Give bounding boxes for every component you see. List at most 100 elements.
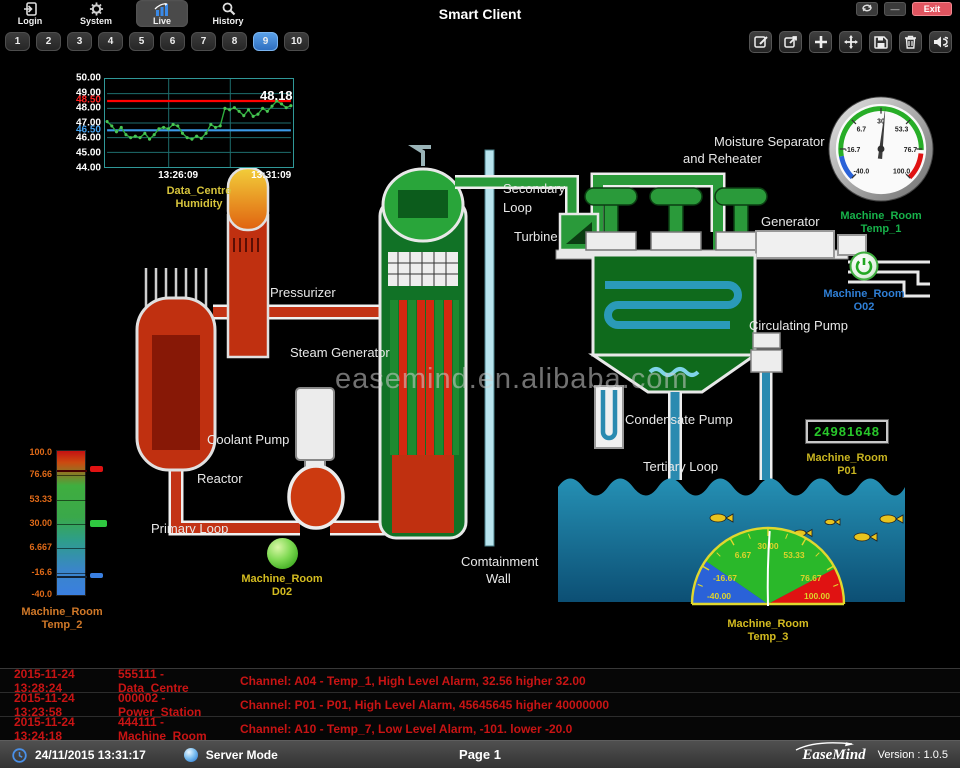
- trend-x-axis: 13:26:09 13:31:09: [104, 168, 294, 182]
- exit-button[interactable]: Exit: [912, 2, 952, 16]
- g1-tick-label: 53.3: [895, 126, 909, 133]
- bar-gauge-scale: 100.0 76.66 53.33 30.00 6.667 -16.6 -40.…: [16, 450, 54, 596]
- g3-tick-label: -40.00: [707, 591, 731, 601]
- add-button[interactable]: [809, 31, 832, 53]
- minimize-button[interactable]: —: [884, 2, 906, 16]
- gauge1-caption: Machine_Room Temp_1: [826, 210, 936, 236]
- edit-button[interactable]: [749, 31, 772, 53]
- label-moisture-1: Moisture Separator: [714, 134, 825, 149]
- save-button[interactable]: [869, 31, 892, 53]
- g1-tick-label: 100.0: [893, 169, 910, 176]
- switch-machine-room-o02: Machine_Room O02: [812, 251, 916, 314]
- alarm-row[interactable]: 2015-11-24 13:23:58 000002 - Power_Stati…: [0, 693, 960, 717]
- tab-2[interactable]: 2: [36, 32, 61, 51]
- alarm-message: Channel: A04 - Temp_1, High Level Alarm,…: [226, 674, 586, 688]
- semicircle-gauge[interactable]: -40.00 -16.67 6.67 30.00 53.33 76.67 100…: [688, 524, 848, 608]
- tab-10[interactable]: 10: [284, 32, 309, 51]
- refresh-button[interactable]: [856, 2, 878, 16]
- led-machine-room-d02: Machine_Room D02: [232, 538, 332, 599]
- audio-button[interactable]: [929, 31, 952, 53]
- statusbar: 24/11/2015 13:31:17 Server Mode Page 1 E…: [0, 740, 960, 768]
- logo-swoosh: [794, 740, 864, 752]
- label-containment-1: Comtainment: [461, 554, 539, 569]
- titlebar: Login System: [0, 0, 960, 28]
- y-tick: 45.00: [76, 148, 101, 159]
- gauge-machine-room-temp1: -40.0 -16.7 6.7 30 53.3 76.7 100.0 Machi…: [826, 94, 936, 236]
- trend-widget-data-centre-humidity: 50.00 49.00 48.50 48.00 47.00 46.50 46.0…: [64, 78, 296, 211]
- y-tick: 44.00: [76, 163, 101, 174]
- display-caption: Machine_Room P01: [806, 452, 888, 478]
- current-value-marker[interactable]: [90, 520, 107, 527]
- trend-y-axis: 50.00 49.00 48.50 48.00 47.00 46.50 46.0…: [64, 78, 104, 168]
- tab-6[interactable]: 6: [160, 32, 185, 51]
- app-title: Smart Client: [0, 6, 960, 22]
- alarm-source: 444111 - Machine_Room: [118, 715, 226, 743]
- label-generator: Generator: [761, 214, 820, 229]
- tab-1[interactable]: 1: [5, 32, 30, 51]
- x-tick: 13:31:09: [251, 170, 291, 181]
- trend-current-value: 48.18: [260, 88, 293, 103]
- g1-tick-label: 6.7: [857, 126, 867, 133]
- main-canvas: Pressurizer Steam Generator Coolant Pump…: [0, 58, 960, 668]
- circulating-pump: [751, 333, 782, 372]
- power-button-icon[interactable]: [849, 251, 879, 281]
- circular-gauge[interactable]: -40.0 -16.7 6.7 30 53.3 76.7 100.0: [826, 94, 936, 202]
- tab-7[interactable]: 7: [191, 32, 216, 51]
- label-moisture-2: and Reheater: [683, 151, 762, 166]
- tab-4[interactable]: 4: [98, 32, 123, 51]
- trash-icon: [904, 35, 917, 49]
- high-limit-label: 48.50: [76, 95, 101, 106]
- label-condensate-pump: Condensate Pump: [625, 412, 733, 427]
- label-tertiary-loop: Tertiary Loop: [643, 459, 718, 474]
- save-icon: [874, 35, 888, 49]
- label-secondary-loop-1: Secondary: [503, 181, 566, 196]
- alarm-message: Channel: P01 - P01, High Level Alarm, 45…: [226, 698, 609, 712]
- move-button[interactable]: [839, 31, 862, 53]
- tab-9[interactable]: 9: [253, 32, 278, 51]
- g1-tick-label: -16.7: [845, 147, 861, 154]
- alarm-list: 2015-11-24 13:28:24 555111 - Data_Centre…: [0, 668, 960, 740]
- x-tick: 13:26:09: [158, 170, 198, 181]
- delete-button[interactable]: [899, 31, 922, 53]
- bar-gauge-column[interactable]: [56, 450, 86, 596]
- alarm-message: Channel: A10 - Temp_7, Low Level Alarm, …: [226, 722, 572, 736]
- label-pressurizer: Pressurizer: [270, 285, 336, 300]
- tab-8[interactable]: 8: [222, 32, 247, 51]
- numeric-display: 24981648: [806, 420, 888, 443]
- g3-tick-label: 53.33: [783, 550, 805, 560]
- page-tabs: 1 2 3 4 5 6 7 8 9 10: [5, 32, 309, 51]
- trend-markers: [106, 99, 293, 140]
- alarm-time: 2015-11-24 13:24:18: [0, 715, 118, 743]
- tab-5[interactable]: 5: [129, 32, 154, 51]
- speaker-icon: [933, 35, 948, 49]
- high-setpoint-marker[interactable]: [90, 466, 103, 472]
- turbine-valves: [585, 188, 767, 250]
- toolbar: [749, 31, 952, 53]
- g3-tick-label: 6.67: [735, 550, 752, 560]
- watermark: easemind.en.alibaba.com: [335, 363, 688, 396]
- tabrow: 1 2 3 4 5 6 7 8 9 10: [0, 28, 960, 58]
- window-controls: — Exit: [856, 2, 952, 16]
- status-led[interactable]: [267, 538, 298, 569]
- low-setpoint-marker[interactable]: [90, 573, 103, 578]
- alarm-row[interactable]: 2015-11-24 13:28:24 555111 - Data_Centre…: [0, 669, 960, 693]
- gauge-machine-room-temp3: -40.00 -16.67 6.67 30.00 53.33 76.67 100…: [688, 524, 848, 644]
- bar-gauge-caption: Machine_Room Temp_2: [16, 606, 108, 632]
- led-caption: Machine_Room D02: [232, 573, 332, 599]
- label-secondary-loop-2: Loop: [503, 200, 532, 215]
- alarm-row[interactable]: 2015-11-24 13:24:18 444111 - Machine_Roo…: [0, 717, 960, 741]
- trend-caption: Data_Centre Humidity: [104, 185, 294, 211]
- smart-client-window: Login System: [0, 0, 960, 768]
- g1-tick-label: 76.7: [904, 147, 918, 154]
- export-button[interactable]: [779, 31, 802, 53]
- gauge3-caption: Machine_Room Temp_3: [688, 618, 848, 644]
- containment-wall: [485, 150, 494, 546]
- label-steam-generator: Steam Generator: [290, 345, 390, 360]
- y-tick: 50.00: [76, 73, 101, 84]
- move-icon: [844, 35, 858, 49]
- tab-3[interactable]: 3: [67, 32, 92, 51]
- label-circulating-pump: Circulating Pump: [749, 318, 848, 333]
- label-primary-loop: Primary Loop: [151, 521, 228, 536]
- g3-tick-label: 100.00: [804, 591, 830, 601]
- label-turbine: Turbine: [514, 229, 558, 244]
